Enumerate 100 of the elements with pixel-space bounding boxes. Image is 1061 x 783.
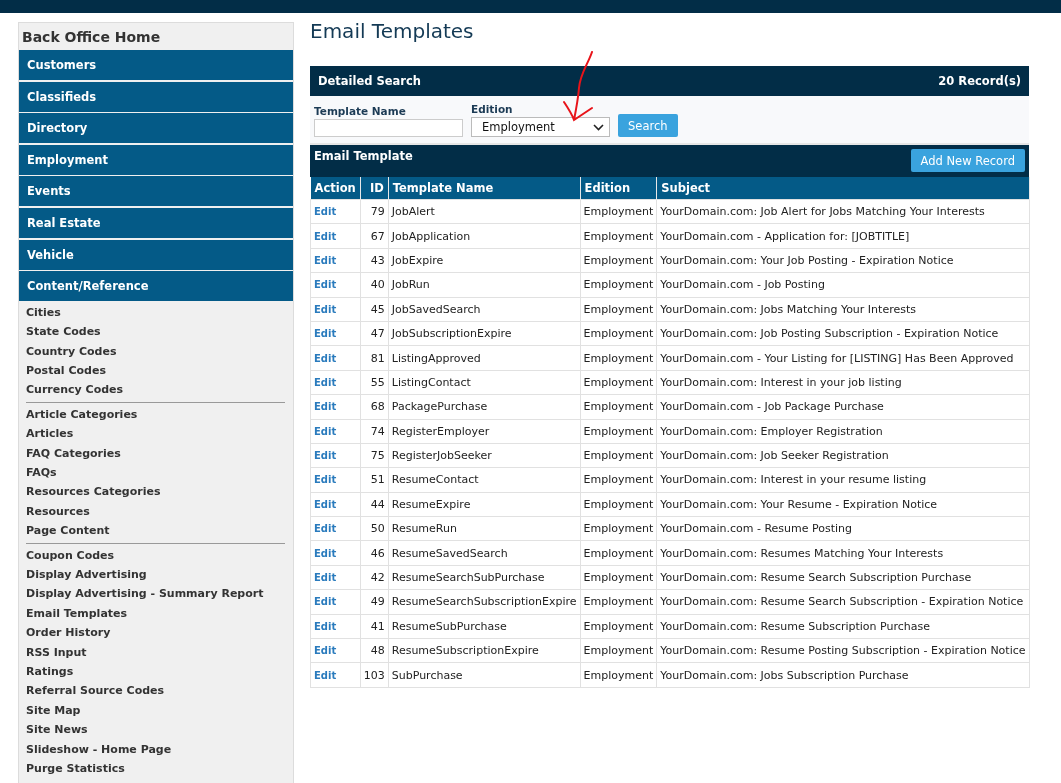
page-title: Email Templates bbox=[310, 19, 475, 45]
sidebar-nav-item[interactable]: Events bbox=[19, 176, 293, 207]
table-cell: Employment bbox=[580, 394, 657, 419]
table-cell: JobAlert bbox=[388, 199, 581, 224]
edition-dropdown[interactable]: Employment bbox=[471, 117, 610, 137]
sidebar-link[interactable]: Resources Categories bbox=[26, 482, 161, 502]
table-cell: 49 bbox=[360, 589, 389, 615]
sidebar-nav-item[interactable]: Content/Reference bbox=[19, 271, 293, 302]
search-title: Detailed Search bbox=[318, 74, 422, 88]
table-cell: ResumeSearchSubscriptionExpire bbox=[388, 589, 581, 615]
table-cell: YourDomain.com: Job Posting Subscription - Expiration Notice bbox=[656, 321, 1030, 346]
table-cell: YourDomain.com - Your Listing for [LISTING] Has Been Approved bbox=[656, 345, 1030, 371]
table-cell: YourDomain.com: Resumes Matching Your Interests bbox=[656, 540, 1030, 566]
table-cell: Employment bbox=[580, 199, 657, 224]
sidebar-title: Back Office Home bbox=[21, 28, 162, 47]
table-cell: Employment bbox=[580, 419, 657, 444]
table-cell: 46 bbox=[360, 540, 389, 566]
table-cell: YourDomain.com: Resume Posting Subscription - Expiration Notice bbox=[656, 638, 1030, 663]
sidebar-link[interactable]: Coupon Codes bbox=[26, 545, 115, 566]
table-cell: 42 bbox=[360, 565, 389, 590]
template-name-field[interactable] bbox=[314, 119, 463, 137]
sidebar-link[interactable]: Articles bbox=[26, 424, 74, 444]
table-cell: RegisterEmployer bbox=[388, 419, 581, 444]
table-cell: Employment bbox=[580, 492, 657, 517]
table-cell: ListingApproved bbox=[388, 345, 581, 371]
table-cell: 50 bbox=[360, 516, 389, 541]
column-header: Subject bbox=[656, 177, 1030, 200]
sidebar-link[interactable]: Referral Source Codes bbox=[26, 681, 165, 701]
table-cell: 75 bbox=[360, 443, 389, 468]
table-cell: YourDomain.com: Jobs Matching Your Interests bbox=[656, 297, 1030, 322]
sidebar-link[interactable]: Email Templates bbox=[26, 603, 128, 624]
table-cell: ResumeRun bbox=[388, 516, 581, 541]
sidebar-link[interactable]: Country Codes bbox=[26, 341, 117, 361]
sidebar-link[interactable]: Site News bbox=[26, 720, 88, 740]
table-cell: YourDomain.com: Interest in your job listing bbox=[656, 370, 1030, 395]
sidebar-link[interactable]: FAQ Categories bbox=[26, 443, 121, 463]
table-cell: 51 bbox=[360, 467, 389, 493]
table-cell: 55 bbox=[360, 370, 389, 395]
sidebar-link[interactable]: Article Categories bbox=[26, 404, 138, 425]
table-cell: 41 bbox=[360, 614, 389, 639]
table-cell: YourDomain.com: Resume Subscription Purchase bbox=[656, 614, 1030, 639]
sidebar-link[interactable]: Ratings bbox=[26, 662, 74, 682]
chevron-down-icon bbox=[593, 123, 604, 131]
table-cell: Employment bbox=[580, 272, 657, 298]
table-cell: Employment bbox=[580, 297, 657, 322]
table-cell: Employment bbox=[580, 614, 657, 639]
sidebar-link[interactable]: Postal Codes bbox=[26, 360, 106, 381]
sidebar-nav-item[interactable]: Employment bbox=[19, 144, 293, 175]
table-cell: Employment bbox=[580, 443, 657, 468]
table-cell: Employment bbox=[580, 248, 657, 273]
sidebar-nav-item[interactable]: Customers bbox=[19, 50, 293, 80]
sidebar-nav-item[interactable]: Real Estate bbox=[19, 207, 293, 238]
table-cell: YourDomain.com: Resume Search Subscription Purchase bbox=[656, 565, 1030, 590]
sidebar-nav-item[interactable]: Directory bbox=[19, 113, 293, 144]
sidebar-link[interactable]: Cities bbox=[26, 302, 61, 323]
sidebar-link[interactable]: Order History bbox=[26, 623, 111, 643]
table-title: Email Template bbox=[314, 149, 413, 163]
sidebar-link[interactable]: FAQs bbox=[26, 463, 57, 483]
table-cell: YourDomain.com - Resume Posting bbox=[656, 516, 1030, 541]
sidebar-link[interactable]: Site Map bbox=[26, 700, 81, 721]
sidebar-link[interactable]: Purge Statistics bbox=[26, 759, 125, 779]
table-cell: ListingContact bbox=[388, 370, 581, 395]
table-cell: ResumeSubPurchase bbox=[388, 614, 581, 639]
sidebar-link[interactable]: Resources bbox=[26, 501, 90, 522]
sidebar-link[interactable]: RSS Input bbox=[26, 642, 87, 663]
sidebar-link[interactable]: Display Advertising bbox=[26, 565, 147, 585]
table-cell: 81 bbox=[360, 345, 389, 371]
sidebar-link[interactable]: Display Advertising - Summary Report bbox=[26, 584, 264, 604]
table-cell: Employment bbox=[580, 223, 657, 249]
table-cell: Employment bbox=[580, 540, 657, 566]
table-cell: ResumeSavedSearch bbox=[388, 540, 581, 566]
field-label: Template Name bbox=[314, 105, 407, 117]
sidebar-nav-item[interactable]: Vehicle bbox=[19, 239, 293, 270]
table-cell: 74 bbox=[360, 419, 389, 444]
table-cell: Employment bbox=[580, 565, 657, 590]
sidebar-link[interactable]: Currency Codes bbox=[26, 380, 124, 400]
sidebar-link[interactable]: State Codes bbox=[26, 322, 101, 342]
table-cell: 45 bbox=[360, 297, 389, 322]
table-cell: 103 bbox=[360, 662, 389, 688]
table-cell: YourDomain.com - Job Package Purchase bbox=[656, 394, 1030, 419]
column-header: Template Name bbox=[388, 177, 581, 200]
table-cell: Employment bbox=[580, 321, 657, 346]
table-cell: 48 bbox=[360, 638, 389, 663]
column-header: Edition bbox=[580, 177, 657, 200]
table-cell: YourDomain.com: Employer Registration bbox=[656, 419, 1030, 444]
table-cell: ResumeSearchSubPurchase bbox=[388, 565, 581, 590]
table-cell: 68 bbox=[360, 394, 389, 419]
table-cell: 47 bbox=[360, 321, 389, 346]
table-cell: JobApplication bbox=[388, 223, 581, 249]
table-cell: ResumeSubscriptionExpire bbox=[388, 638, 581, 663]
field-label: Edition bbox=[471, 103, 514, 115]
record-count: 20 Record(s) bbox=[938, 74, 1021, 88]
table-cell: Employment bbox=[580, 467, 657, 493]
table-cell: Employment bbox=[580, 370, 657, 395]
sidebar-link[interactable]: Slideshow - Home Page bbox=[26, 739, 172, 760]
sidebar-link[interactable]: Page Content bbox=[26, 521, 110, 541]
table-cell: 40 bbox=[360, 272, 389, 298]
table-cell: PackagePurchase bbox=[388, 394, 581, 419]
table-cell: ResumeExpire bbox=[388, 492, 581, 517]
sidebar-nav-item[interactable]: Classifieds bbox=[19, 81, 293, 112]
